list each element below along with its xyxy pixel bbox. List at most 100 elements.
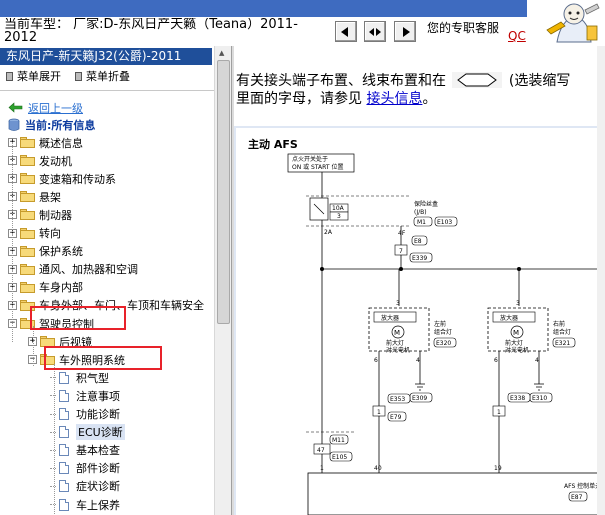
pin-1-left: 1 (377, 409, 381, 416)
arrow-left-icon (341, 26, 348, 37)
pin-40: 40 (374, 465, 382, 472)
pin-1-afs: 1 (320, 465, 324, 472)
conn-e8: E8 (414, 238, 422, 245)
tree-item-label: 部件诊断 (76, 462, 120, 476)
tree-item[interactable]: 积气型 (50, 369, 109, 386)
right-scrollbar[interactable] (597, 46, 605, 515)
expand-menu-label: 菜单展开 (17, 70, 61, 83)
connector-info-link[interactable]: 接头信息 (366, 91, 422, 107)
double-nav-button[interactable] (364, 21, 386, 42)
pin-6-right: 6 (494, 357, 498, 364)
folder-icon (20, 263, 35, 275)
pin-1-right: 1 (497, 409, 501, 416)
expand-menu-button[interactable]: 菜单展开 (6, 68, 61, 84)
wiring-diagram: 主动 AFS 点火开关处于 ON 或 START 位置 10A 3 保险丝盒 (… (234, 126, 605, 515)
tree-connector-line (50, 449, 56, 451)
right-motor-label-1: 前大灯 (505, 339, 523, 347)
tree-item[interactable]: 车上保养 (50, 496, 120, 513)
left-scrollbar-thumb[interactable] (217, 60, 230, 324)
tree-item[interactable]: + 通风、加热器和空调 (8, 261, 138, 278)
mascot-icon (527, 0, 605, 46)
tree-item[interactable]: 基本检查 (50, 442, 120, 459)
highlight-driver-control (30, 306, 126, 330)
tree-item[interactable]: + 变速箱和传动系 (8, 170, 116, 187)
tree-item[interactable]: + 车身内部 (8, 279, 83, 296)
prev-nav-button[interactable] (335, 21, 357, 42)
tree-item[interactable]: + 转向 (8, 225, 61, 242)
conn-e103: E103 (437, 219, 452, 226)
qc-link[interactable]: QC (508, 29, 526, 43)
intro-text-line2: 里面的字母，请参见 (236, 91, 362, 107)
tree-item-label: 发动机 (39, 154, 72, 168)
pin-19: 19 (494, 465, 502, 472)
back-link-label: 返回上一级 (28, 101, 83, 115)
tree-item[interactable]: + 悬架 (8, 188, 61, 205)
tree-item-label: 症状诊断 (76, 480, 120, 494)
left-amp-label: 放大器 (381, 314, 399, 322)
tree-connector-line (50, 431, 56, 433)
conn-m11: M11 (332, 437, 345, 444)
pin-7: 7 (399, 248, 403, 255)
intro-text-part1: 有关接头端子布置、线束布置和在 (236, 73, 446, 89)
tree-connector-line (50, 395, 56, 397)
document-icon (59, 444, 69, 457)
left-lamp-label-1: 左前 (434, 320, 446, 328)
folder-icon (20, 245, 35, 257)
current-location-label: 当前:所有信息 (25, 118, 96, 132)
header-band (0, 0, 527, 17)
folder-icon (20, 209, 35, 221)
tree-item[interactable]: + 制动器 (8, 206, 72, 223)
customer-service-label: 您的专职客服 (427, 21, 500, 35)
conn-e87: E87 (571, 494, 583, 501)
tree-connector-line (50, 377, 56, 379)
tree-item[interactable]: ECU诊断 (50, 424, 125, 441)
document-icon (59, 462, 69, 475)
tree-connector-line (50, 413, 56, 415)
fuse-amp: 10A (332, 205, 345, 212)
left-navigation-panel: 东风日产-新天籁J32(公爵)-2011 菜单展开 菜单折叠 返回上一级 当前:… (0, 46, 231, 515)
tree-item-label: 保护系统 (39, 245, 83, 259)
tree-connector-line (50, 485, 56, 487)
tree-item-label: 功能诊断 (76, 408, 120, 421)
tree-guide-line (12, 142, 13, 342)
folder-icon (20, 137, 35, 148)
scroll-up-icon: ▲ (219, 49, 225, 57)
pin-4f: 4F (398, 230, 406, 237)
back-link[interactable]: 返回上一级 (8, 99, 83, 116)
left-motor-label-1: 前大灯 (386, 339, 404, 347)
current-location: 当前:所有信息 (8, 116, 95, 133)
left-panel-title: 东风日产-新天籁J32(公爵)-2011 (0, 48, 212, 65)
intro-text: 有关接头端子布置、线束布置和在 (选装缩写 里面的字母，请参见 接头信息。 (236, 72, 605, 108)
tree-item[interactable]: 症状诊断 (50, 478, 120, 495)
conn-e353: E353 (390, 396, 405, 403)
tree-item[interactable]: + 概述信息 (8, 134, 83, 151)
pin-3-left: 3 (396, 300, 400, 307)
pin-6-left: 6 (374, 357, 378, 364)
next-nav-button[interactable] (394, 21, 416, 42)
collapse-menu-button[interactable]: 菜单折叠 (75, 68, 130, 84)
right-lamp-label-1: 右前 (553, 320, 565, 328)
tree-item-label: 注意事项 (76, 389, 120, 403)
tree-item-label: 转向 (39, 227, 61, 240)
afs-unit-label: AFS 控制单元 (564, 482, 601, 490)
tree-item[interactable]: 部件诊断 (50, 460, 120, 477)
tree-item[interactable]: 功能诊断 (50, 406, 120, 423)
document-icon (59, 389, 69, 402)
left-scrollbar[interactable]: ▲ (214, 46, 231, 515)
folder-icon (20, 227, 35, 239)
document-icon (59, 480, 69, 493)
ignition-note-1: 点火开关处于 (292, 155, 328, 163)
wiring-diagram-svg: 主动 AFS 点火开关处于 ON 或 START 位置 10A 3 保险丝盒 (… (248, 137, 605, 515)
fuse-box-label: 保险丝盒 (414, 200, 438, 208)
content-panel: 有关接头端子布置、线束布置和在 (选装缩写 里面的字母，请参见 接头信息。 主动… (234, 46, 605, 515)
tree-item[interactable]: + 发动机 (8, 152, 72, 169)
back-arrow-icon (8, 102, 23, 113)
tree-item[interactable]: 注意事项 (50, 387, 120, 404)
conn-e321: E321 (555, 340, 570, 347)
folder-icon (20, 173, 35, 185)
tree-item[interactable]: + 保护系统 (8, 243, 83, 260)
conn-e79: E79 (390, 414, 402, 421)
pin-4-right: 4 (535, 357, 539, 364)
tree-item-label: 积气型 (76, 371, 109, 385)
connector-symbol-icon (452, 72, 503, 88)
